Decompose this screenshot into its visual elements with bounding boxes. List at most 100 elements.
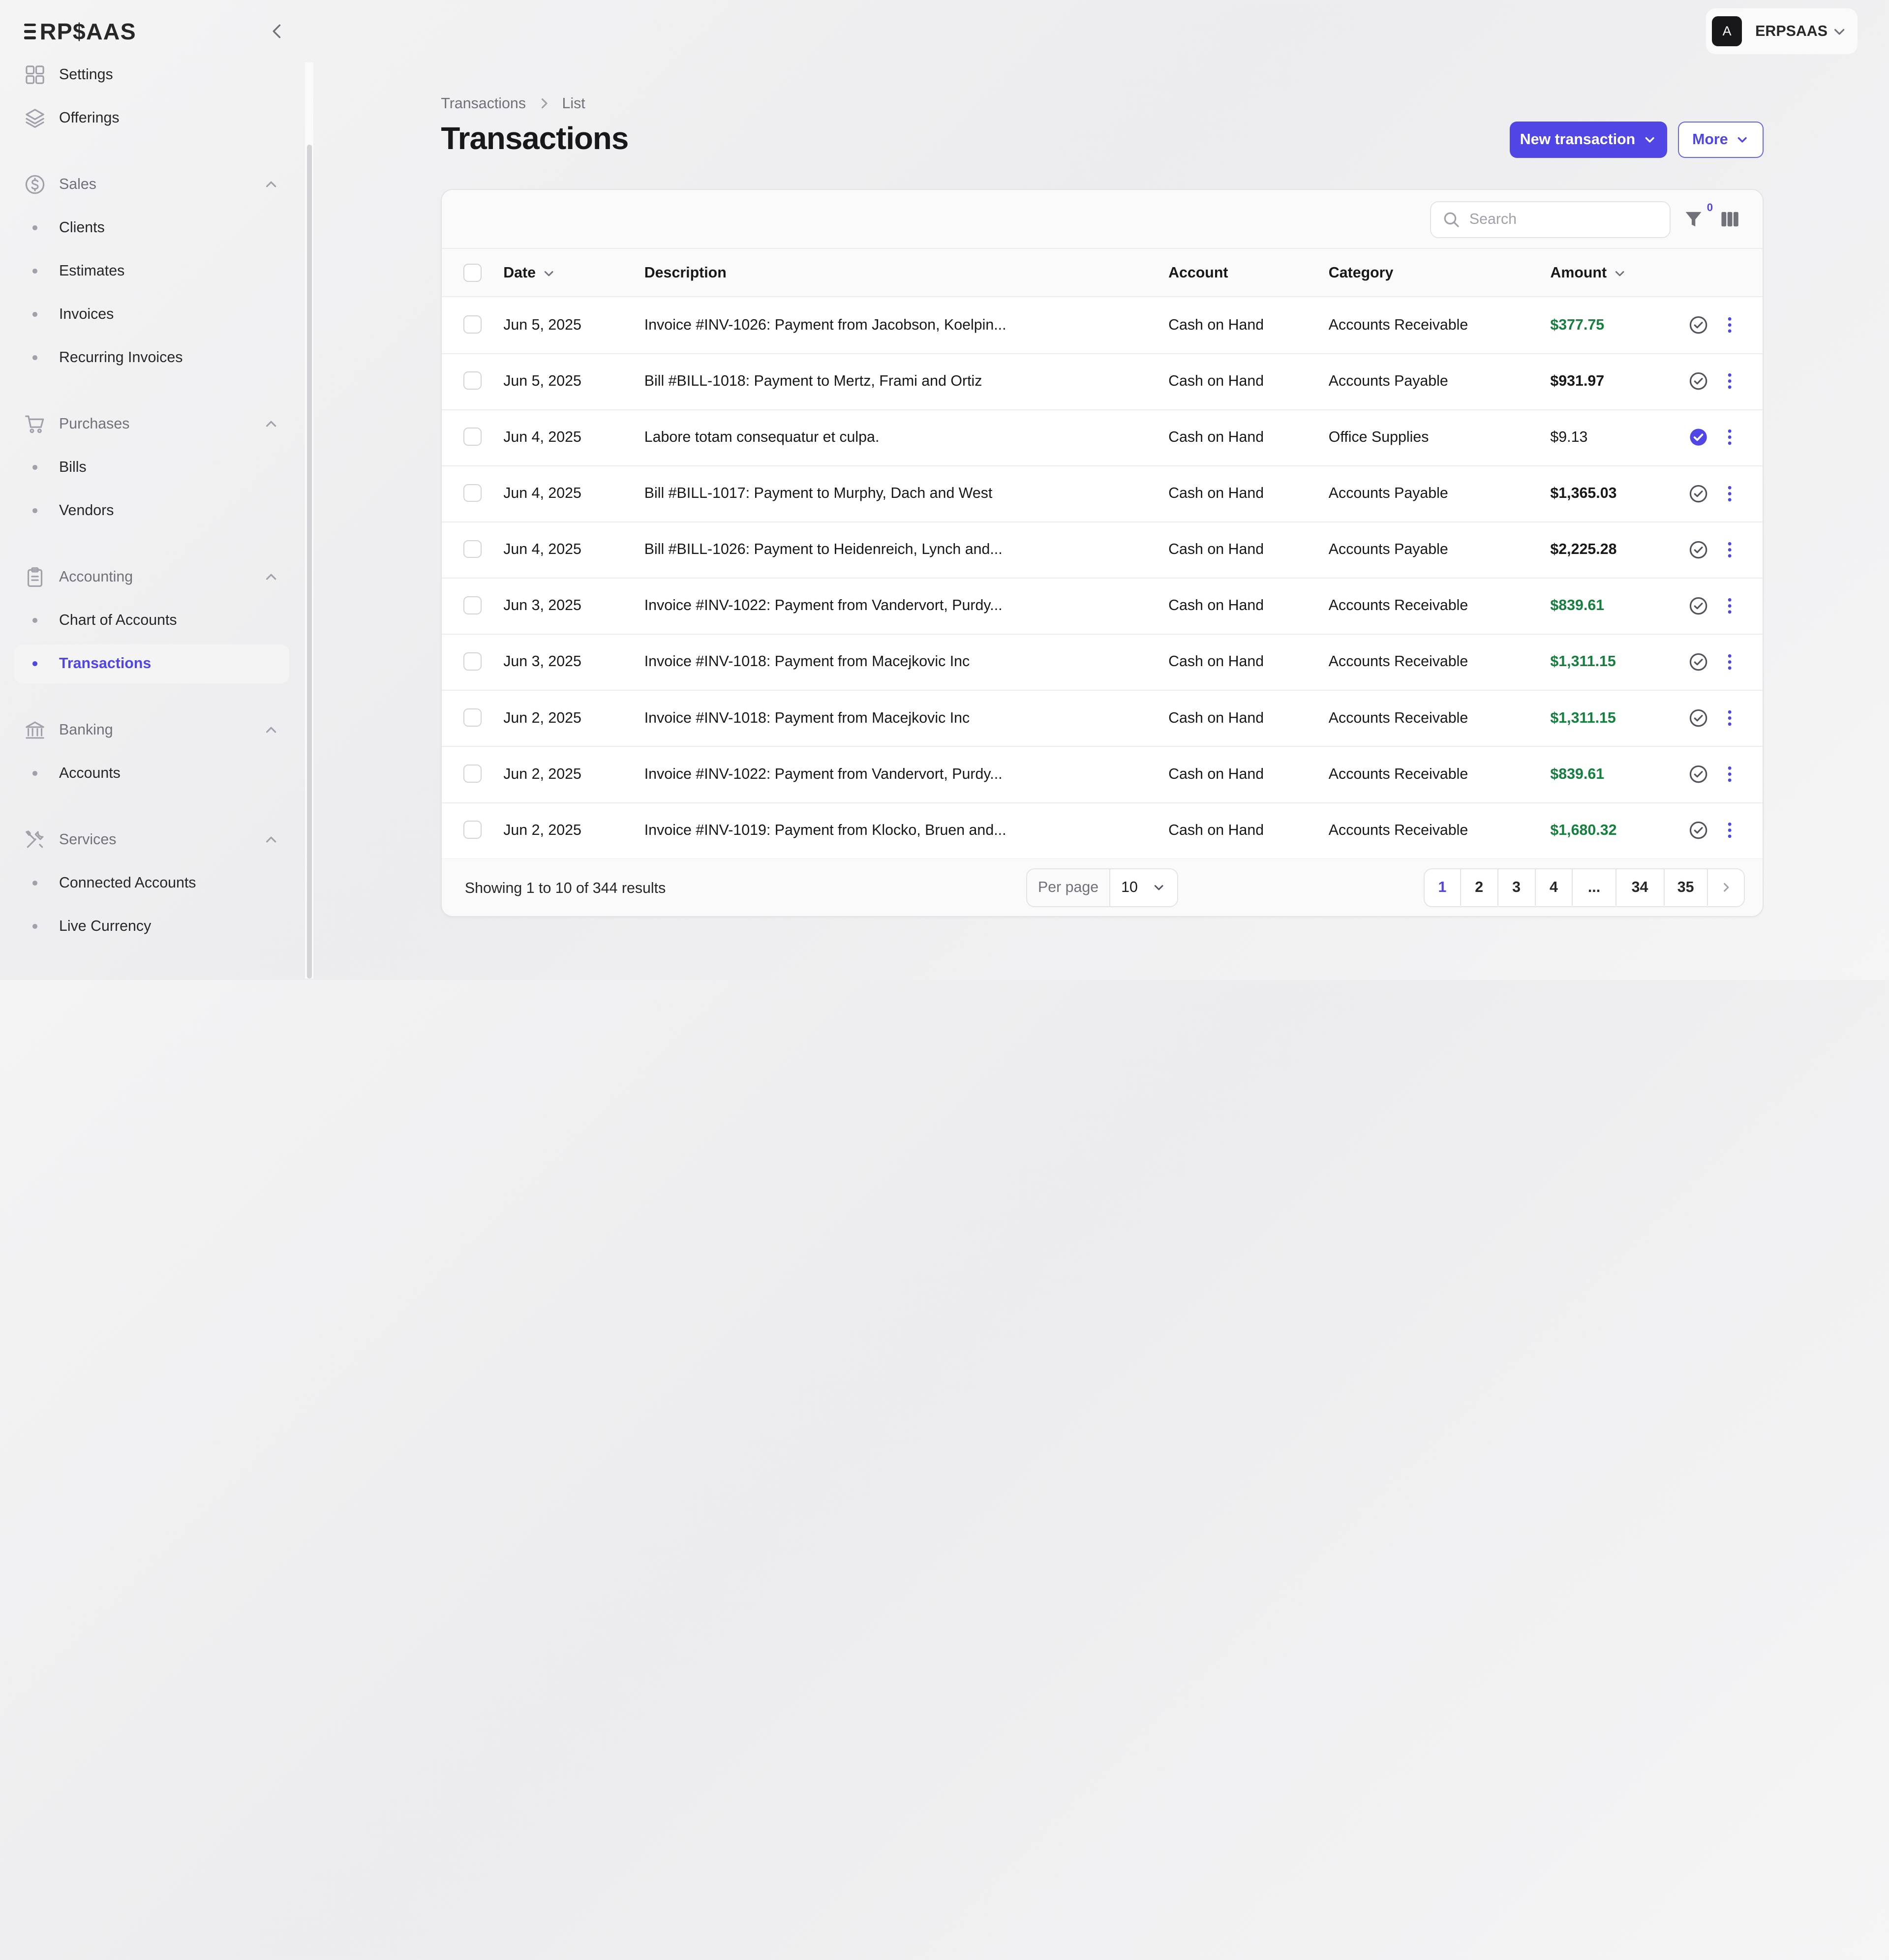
more-vertical-icon[interactable] (1721, 371, 1738, 391)
cell-date: Jun 4, 2025 (503, 541, 581, 558)
check-circle-icon[interactable] (1689, 596, 1708, 615)
sidebar-group-label: Sales (59, 176, 96, 192)
sidebar-item-vendors[interactable]: Vendors (14, 491, 289, 530)
table-row[interactable]: Jun 2, 2025 Invoice #INV-1018: Payment fr… (442, 690, 1763, 747)
sidebar-item-estimates[interactable]: Estimates (14, 252, 289, 290)
more-vertical-icon[interactable] (1721, 765, 1738, 784)
sidebar-item-label: Recurring Invoices (59, 349, 183, 366)
more-vertical-icon[interactable] (1721, 708, 1738, 728)
column-date[interactable]: Date (503, 249, 556, 297)
cell-amount: $2,225.28 (1550, 541, 1617, 558)
more-vertical-icon[interactable] (1721, 484, 1738, 503)
check-circle-icon[interactable] (1689, 708, 1708, 728)
page-button[interactable]: 34 (1616, 869, 1665, 906)
sidebar-item-bills[interactable]: Bills (14, 448, 289, 487)
reviewed-check-icon[interactable] (1689, 428, 1708, 447)
row-checkbox[interactable] (463, 371, 482, 390)
more-vertical-icon[interactable] (1721, 540, 1738, 559)
cart-icon (25, 415, 44, 433)
filter-icon[interactable] (1684, 210, 1703, 229)
sidebar-group-sales[interactable]: Sales (14, 165, 289, 204)
sidebar-item-offerings[interactable]: Offerings (14, 99, 289, 137)
sidebar-item-label: Vendors (59, 502, 114, 519)
table-row[interactable]: Jun 3, 2025 Invoice #INV-1022: Payment fr… (442, 578, 1763, 635)
sidebar-group-services[interactable]: Services (14, 821, 289, 859)
check-circle-icon[interactable] (1689, 652, 1708, 672)
table-row[interactable]: Jun 4, 2025 Bill #BILL-1017: Payment to M… (442, 466, 1763, 522)
more-button[interactable]: More (1678, 122, 1764, 158)
new-transaction-button[interactable]: New transaction (1509, 122, 1668, 158)
page-button[interactable]: 2 (1461, 869, 1498, 906)
row-checkbox[interactable] (463, 596, 482, 614)
check-circle-icon[interactable] (1689, 540, 1708, 559)
sidebar-item-live-currency[interactable]: Live Currency (14, 907, 289, 946)
table-row[interactable]: Jun 2, 2025 Invoice #INV-1022: Payment fr… (442, 746, 1763, 803)
app-logo[interactable]: RP$AAS (24, 18, 136, 45)
more-vertical-icon[interactable] (1721, 652, 1738, 672)
row-checkbox[interactable] (463, 315, 482, 334)
sidebar-item-accounts[interactable]: Accounts (14, 754, 289, 793)
column-amount[interactable]: Amount (1550, 249, 1627, 297)
table-row[interactable]: Jun 4, 2025 Bill #BILL-1026: Payment to H… (442, 522, 1763, 579)
row-checkbox[interactable] (463, 765, 482, 783)
breadcrumb-root[interactable]: Transactions (441, 95, 526, 112)
next-page-button[interactable] (1708, 869, 1744, 905)
account-switcher[interactable]: A ERPSAAS (1706, 8, 1858, 55)
row-checkbox[interactable] (463, 821, 482, 839)
table-row[interactable]: Jun 4, 2025 Labore totam consequatur et c… (442, 410, 1763, 466)
more-vertical-icon[interactable] (1721, 596, 1738, 615)
table-row[interactable]: Jun 5, 2025 Invoice #INV-1026: Payment fr… (442, 297, 1763, 354)
sidebar-group-banking[interactable]: Banking (14, 711, 289, 749)
chevron-down-icon (1834, 29, 1845, 35)
sidebar-item-label: Estimates (59, 263, 125, 279)
check-circle-icon[interactable] (1689, 484, 1708, 503)
page-button[interactable]: 1 (1425, 869, 1461, 906)
page-button[interactable]: 35 (1665, 869, 1708, 906)
sidebar-item-invoices[interactable]: Invoices (14, 295, 289, 334)
more-vertical-icon[interactable] (1721, 428, 1738, 447)
cell-category: Accounts Payable (1328, 372, 1448, 389)
row-checkbox[interactable] (463, 540, 482, 558)
dollar-circle-icon (24, 174, 46, 195)
cell-amount: $839.61 (1550, 597, 1605, 614)
per-page-select[interactable]: 10 (1110, 869, 1177, 906)
more-vertical-icon[interactable] (1721, 315, 1738, 335)
row-checkbox[interactable] (463, 428, 482, 446)
check-circle-icon[interactable] (1689, 821, 1708, 840)
sidebar-item-label: Bills (59, 459, 87, 476)
cell-account: Cash on Hand (1168, 597, 1264, 614)
table-row[interactable]: Jun 5, 2025 Bill #BILL-1018: Payment to M… (442, 354, 1763, 410)
check-circle-icon[interactable] (1689, 371, 1708, 391)
cell-description: Invoice #INV-1022: Payment from Vandervo… (644, 766, 1003, 782)
table-row[interactable]: Jun 2, 2025 Invoice #INV-1019: Payment fr… (442, 803, 1763, 859)
sidebar-item-chart-of-accounts[interactable]: Chart of Accounts (14, 601, 289, 640)
sidebar-item-settings[interactable]: Settings (14, 56, 289, 94)
sidebar-item-transactions[interactable]: Transactions (14, 644, 289, 683)
table-row[interactable]: Jun 3, 2025 Invoice #INV-1018: Payment fr… (442, 634, 1763, 691)
cell-category: Accounts Receivable (1328, 822, 1468, 838)
row-checkbox[interactable] (463, 708, 482, 727)
search-field[interactable] (1430, 201, 1671, 239)
page-title: Transactions (441, 121, 629, 156)
select-all-checkbox[interactable] (463, 263, 482, 282)
sidebar-item-clients[interactable]: Clients (14, 209, 289, 247)
filter-count-badge: 0 (1706, 201, 1713, 214)
sidebar-group-accounting[interactable]: Accounting (14, 558, 289, 596)
search-input[interactable] (1469, 211, 1650, 228)
collapse-sidebar-button[interactable] (265, 19, 289, 43)
sidebar-group-purchases[interactable]: Purchases (14, 405, 289, 443)
cell-amount: $9.13 (1550, 429, 1588, 445)
sidebar-item-connected-accounts[interactable]: Connected Accounts (14, 864, 289, 902)
check-circle-icon[interactable] (1689, 765, 1708, 784)
cart-icon (24, 413, 46, 435)
row-checkbox[interactable] (463, 484, 482, 502)
page-button[interactable]: 3 (1498, 869, 1536, 906)
cell-amount: $1,365.03 (1550, 485, 1617, 502)
sidebar-item-recurring-invoices[interactable]: Recurring Invoices (14, 338, 289, 377)
more-vertical-icon[interactable] (1721, 821, 1738, 840)
page-button[interactable]: 4 (1536, 869, 1573, 906)
sidebar-scrollbar-thumb[interactable] (307, 144, 312, 979)
check-circle-icon[interactable] (1689, 315, 1708, 335)
columns-icon[interactable] (1720, 210, 1739, 229)
row-checkbox[interactable] (463, 652, 482, 671)
